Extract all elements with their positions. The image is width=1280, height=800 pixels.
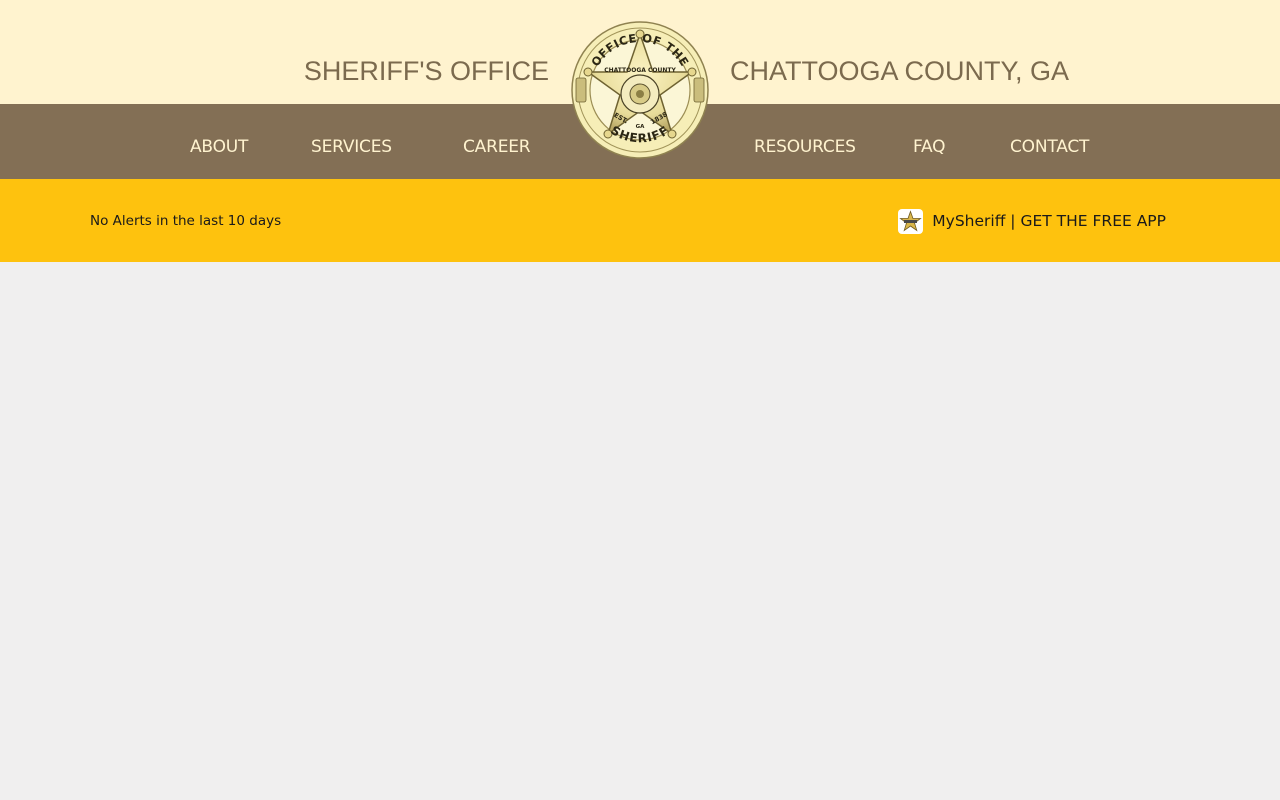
sheriff-badge-logo[interactable]: OFFICE OF THE SHERIFF CHATTOOGA COUNTY E…	[570, 20, 710, 160]
page: SHERIFF'S OFFICE CHATTOOGA COUNTY, GA AB…	[0, 0, 1280, 800]
nav-item-resources[interactable]: RESOURCES	[754, 134, 856, 160]
nav-item-services[interactable]: SERVICES	[311, 134, 392, 160]
nav-item-about[interactable]: ABOUT	[190, 134, 248, 160]
main-content-area	[0, 262, 1280, 800]
header-title-right: CHATTOOGA COUNTY, GA	[730, 56, 1070, 86]
svg-text:GA: GA	[636, 124, 646, 130]
svg-text:CHATTOOGA COUNTY: CHATTOOGA COUNTY	[604, 67, 676, 74]
nav-item-contact[interactable]: CONTACT	[1010, 134, 1089, 160]
header-title-left: SHERIFF'S OFFICE	[303, 56, 549, 86]
nav-item-career[interactable]: CAREER	[463, 134, 531, 160]
sheriff-star-icon	[898, 208, 924, 234]
nav-item-faq[interactable]: FAQ	[913, 134, 946, 160]
alert-bar: No Alerts in the last 10 days MySheriff …	[0, 179, 1280, 262]
alert-status-text: No Alerts in the last 10 days	[90, 213, 282, 229]
sheriff-badge-icon: OFFICE OF THE SHERIFF CHATTOOGA COUNTY E…	[571, 21, 709, 159]
mysheriff-app-label: MySheriff | GET THE FREE APP	[932, 212, 1166, 230]
mysheriff-app-link[interactable]: MySheriff | GET THE FREE APP	[898, 208, 1166, 234]
